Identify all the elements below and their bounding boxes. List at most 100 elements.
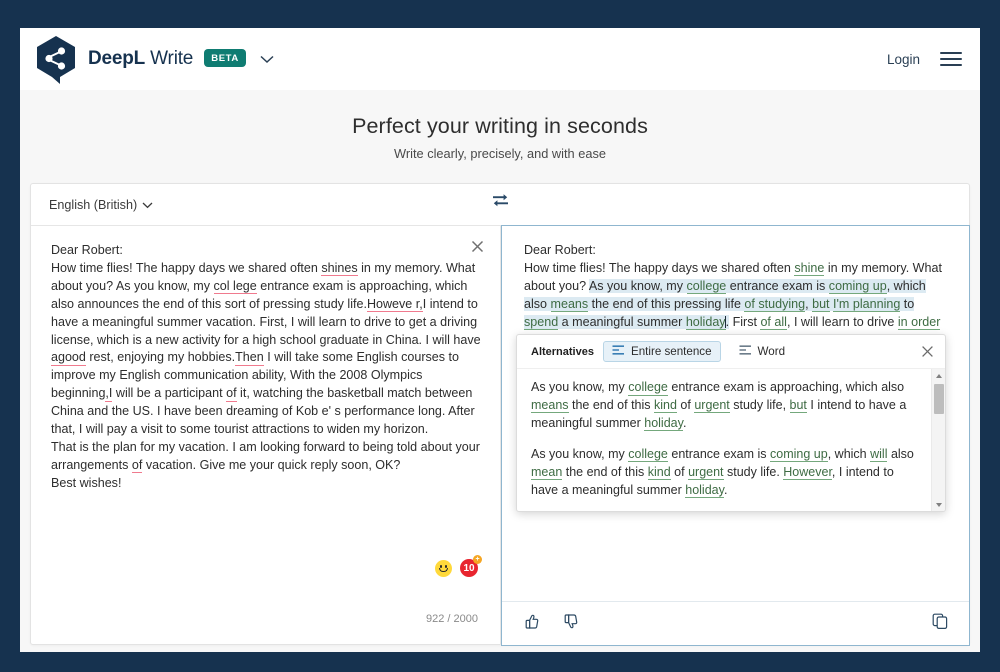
target-pane[interactable]: Dear Robert: How time flies! The happy da…: [501, 225, 970, 646]
text-span: study life.: [723, 464, 784, 479]
error-span[interactable]: Howeve r,: [366, 296, 423, 313]
clear-source-button[interactable]: [470, 239, 486, 255]
alternatives-scrollbar[interactable]: [931, 369, 945, 511]
correction-span[interactable]: college: [628, 380, 668, 396]
correction-span[interactable]: mean: [531, 464, 563, 481]
feedback-buttons: [522, 612, 580, 636]
error-span[interactable]: agood: [51, 350, 86, 366]
hamburger-menu-icon[interactable]: [940, 52, 962, 66]
correction-span[interactable]: holiday: [685, 314, 726, 331]
copy-button-wrap: [931, 612, 949, 635]
tab-word[interactable]: Word: [730, 341, 795, 362]
text-span: will be a participant: [112, 386, 227, 401]
brand-block[interactable]: DeepL Write BETA: [34, 35, 274, 84]
alternatives-popup: Alternatives Entire sentence Word As you…: [516, 334, 946, 512]
source-textarea[interactable]: Dear Robert: How time flies! The happy da…: [51, 242, 482, 493]
text-span: Dear Robert:: [51, 243, 123, 257]
correction-span[interactable]: means: [550, 296, 589, 313]
character-counter: 922 / 2000: [426, 613, 478, 625]
error-span[interactable]: of: [131, 457, 143, 474]
correction-span[interactable]: coming up: [770, 446, 828, 463]
tab-word-label: Word: [757, 345, 786, 358]
correction-span[interactable]: of all: [760, 314, 787, 331]
correction-span[interactable]: college: [686, 278, 727, 295]
text-span: to: [900, 296, 915, 311]
alternatives-list[interactable]: As you know, my college entrance exam is…: [517, 369, 931, 511]
source-pane[interactable]: Dear Robert: How time flies! The happy da…: [31, 226, 501, 645]
close-icon[interactable]: [921, 345, 935, 359]
text-span: .: [682, 415, 687, 430]
badge-count: 10: [463, 562, 475, 574]
source-language-select[interactable]: English (British): [49, 198, 153, 212]
correction-span[interactable]: holiday: [644, 415, 683, 432]
app-header: DeepL Write BETA Login: [20, 28, 980, 90]
correction-span[interactable]: I'm planning: [833, 296, 901, 313]
correction-span[interactable]: of studying: [744, 296, 806, 313]
thumbs-up-icon[interactable]: [522, 612, 541, 636]
correction-span[interactable]: urgent: [688, 464, 724, 481]
correction-span[interactable]: spend: [524, 314, 559, 331]
correction-span[interactable]: in order: [897, 314, 941, 331]
text-span: How time flies! The happy days we shared…: [524, 260, 795, 275]
correction-span[interactable]: will: [870, 446, 888, 463]
error-span[interactable]: shines: [321, 260, 358, 277]
text-span: a meaningful summer: [558, 314, 686, 329]
chevron-down-icon: [142, 198, 153, 212]
text-span: of: [670, 464, 689, 479]
correction-span[interactable]: holiday: [685, 482, 724, 499]
correction-span[interactable]: shine: [794, 260, 825, 277]
smiley-face-icon[interactable]: [435, 559, 452, 577]
scrollbar-thumb[interactable]: [934, 384, 944, 414]
brand-title: DeepL Write BETA: [88, 48, 274, 70]
text-line: That is the plan for my vacation. I am l…: [51, 439, 482, 475]
header-actions: Login: [887, 52, 962, 67]
correction-span[interactable]: urgent: [694, 397, 730, 414]
sentence-lines-icon: [612, 345, 625, 358]
page-subtitle: Write clearly, precisely, and with ease: [394, 146, 606, 161]
correction-span[interactable]: kind: [647, 464, 671, 481]
correction-span[interactable]: but: [812, 296, 830, 313]
text-span: entrance exam is: [667, 446, 771, 461]
correction-span[interactable]: means: [531, 397, 569, 414]
text-span: As you know, my: [531, 380, 629, 394]
brand-name-write: Write: [150, 48, 194, 69]
error-span[interactable]: Then: [235, 350, 264, 366]
scroll-up-arrow-icon[interactable]: [932, 369, 945, 382]
editor-panes: Dear Robert: How time flies! The happy da…: [31, 225, 970, 646]
text-span: .: [723, 482, 728, 497]
error-span[interactable]: of: [226, 386, 237, 402]
login-link[interactable]: Login: [887, 52, 920, 67]
text-span: the end of this: [562, 464, 648, 479]
correction-span[interactable]: coming up: [828, 278, 887, 295]
word-lines-icon: [739, 345, 752, 358]
tab-entire-sentence[interactable]: Entire sentence: [602, 341, 721, 362]
copy-icon[interactable]: [931, 613, 949, 634]
deepl-share-node-logo-icon: [34, 35, 78, 84]
status-badge[interactable]: 10 +: [460, 555, 482, 577]
text-span: vacation. Give me your quick reply soon,…: [142, 457, 401, 472]
alternative-item[interactable]: As you know, my college entrance exam is…: [531, 446, 919, 500]
correction-span[interactable]: but: [789, 397, 807, 414]
alternatives-header: Alternatives Entire sentence Word: [517, 335, 945, 369]
text-span: also: [887, 446, 914, 461]
correction-span[interactable]: college: [628, 446, 668, 463]
source-language-label: English (British): [49, 197, 138, 212]
text-span: Best wishes!: [51, 475, 122, 490]
text-span: , I will learn to drive: [786, 314, 898, 329]
text-span: First: [729, 314, 761, 329]
thumbs-down-icon[interactable]: [561, 612, 580, 636]
chevron-down-icon[interactable]: [260, 48, 274, 70]
text-span: Dear Robert:: [524, 243, 596, 257]
swap-languages-button: [31, 192, 969, 214]
error-span[interactable]: col lege: [213, 278, 257, 295]
correction-span[interactable]: kind: [654, 397, 677, 414]
swap-arrows-icon[interactable]: [491, 192, 510, 214]
scroll-down-arrow-icon[interactable]: [932, 498, 945, 511]
text-span: As you know, my: [588, 278, 687, 293]
text-span: entrance exam is: [726, 278, 829, 293]
alternative-item[interactable]: As you know, my college entrance exam is…: [531, 379, 919, 433]
correction-span[interactable]: However: [783, 464, 832, 481]
text-span: How time flies! The happy days we shared…: [51, 260, 322, 275]
brand-name-deepl: DeepL: [88, 48, 146, 69]
text-line: Dear Robert:: [51, 242, 482, 260]
